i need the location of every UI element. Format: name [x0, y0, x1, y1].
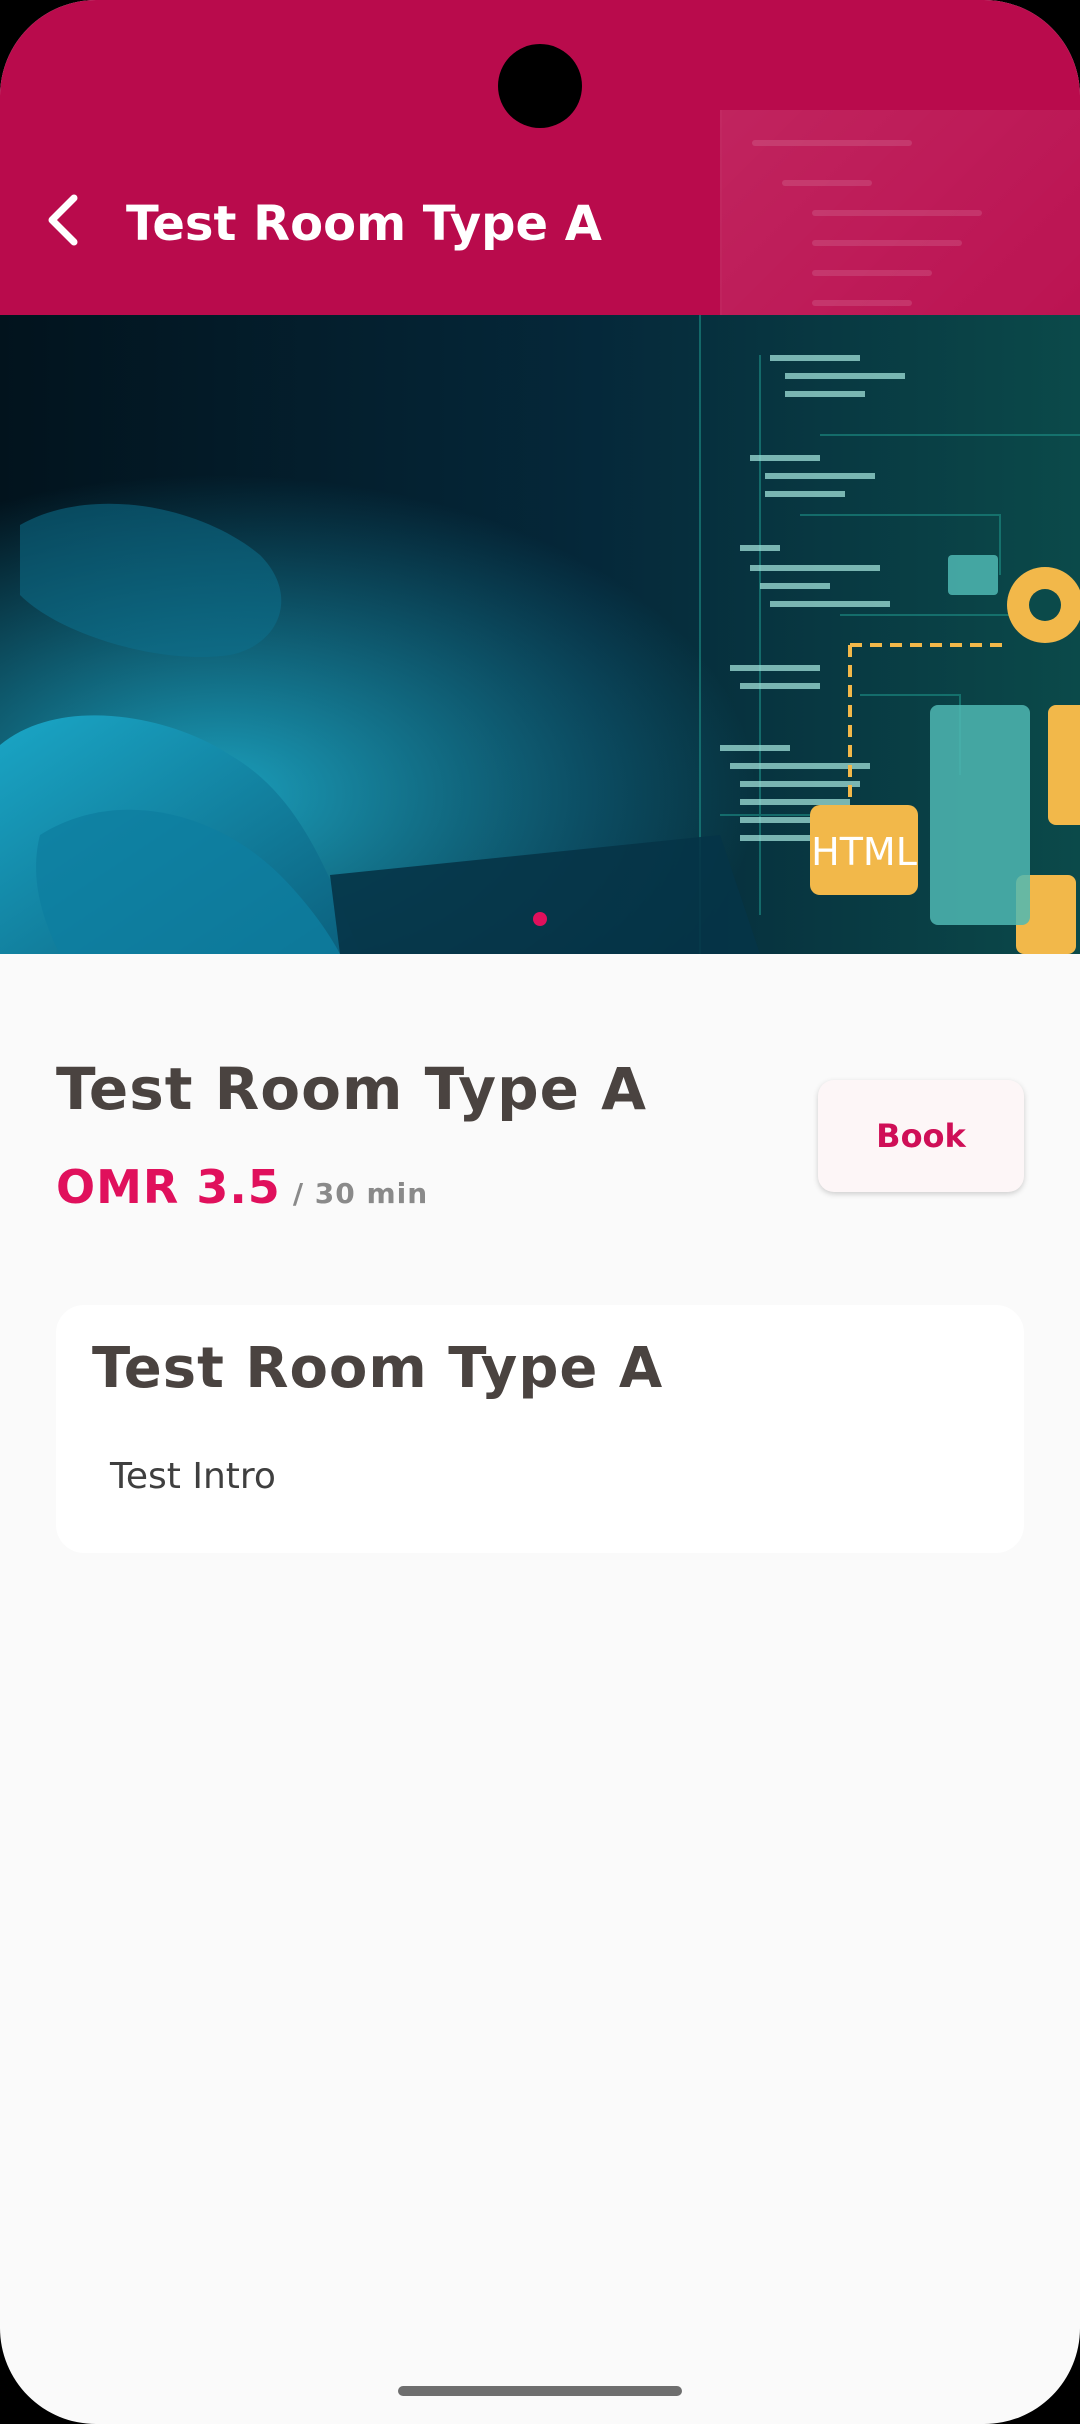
page-title: Test Room Type A	[126, 196, 602, 252]
back-button[interactable]	[30, 190, 94, 254]
price-unit: / 30 min	[292, 1177, 429, 1210]
room-image-carousel[interactable]: HTML	[0, 315, 1080, 954]
room-price: OMR 3.5	[56, 1160, 281, 1214]
room-info-card: Test Room Type A Test Intro	[56, 1305, 1024, 1553]
book-button[interactable]: Book	[818, 1080, 1024, 1192]
card-title: Test Room Type A	[92, 1336, 664, 1401]
room-title: Test Room Type A	[56, 1055, 648, 1123]
home-indicator[interactable]	[398, 2386, 682, 2396]
header-background-decoration	[720, 110, 1080, 315]
page-dot-active[interactable]	[533, 912, 547, 926]
html-badge-text: HTML	[811, 830, 917, 874]
app-bar: Test Room Type A	[0, 0, 1080, 315]
card-intro-text: Test Intro	[110, 1456, 276, 1497]
chevron-left-icon	[42, 192, 82, 252]
room-detail-screen: Test Room Type A HTML Test Room Type A O…	[0, 0, 1080, 2424]
price-row: OMR 3.5 / 30 min	[56, 1160, 428, 1214]
coding-hero-image: HTML	[0, 315, 1080, 954]
camera-cutout	[498, 44, 582, 128]
carousel-page-indicator	[0, 912, 1080, 928]
